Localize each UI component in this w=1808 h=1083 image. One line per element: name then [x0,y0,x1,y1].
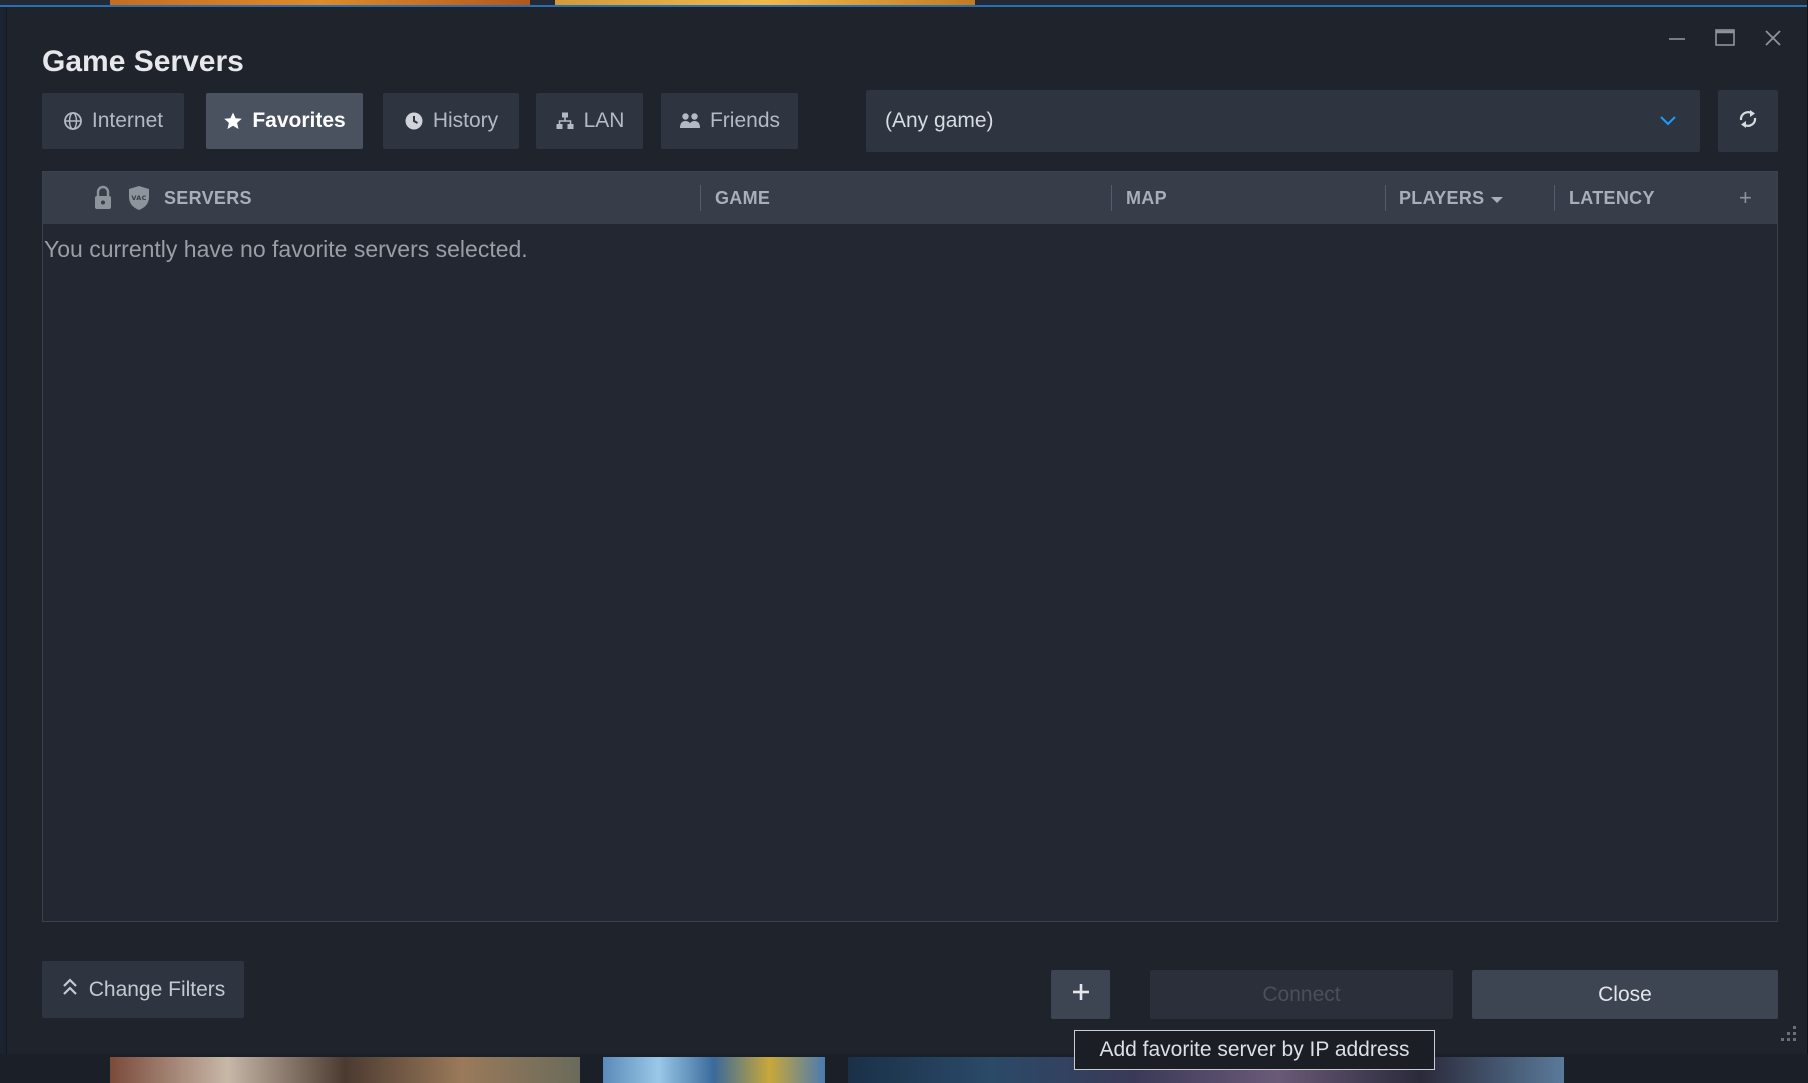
resize-grip-icon[interactable] [1777,1022,1799,1049]
close-button[interactable]: Close [1472,970,1778,1019]
lock-icon[interactable] [92,172,114,224]
window-controls [1653,21,1797,55]
server-list-table: VAC SERVERS GAME MAP PLAYERS LATENCY + Y… [42,171,1778,922]
chevrons-up-icon [61,977,79,1003]
column-latency[interactable]: LATENCY [1569,172,1655,224]
game-servers-window: Game Servers Internet Favorites History … [6,7,1807,1054]
game-filter-dropdown[interactable]: (Any game) [866,90,1700,152]
tab-label: History [432,109,499,132]
vac-shield-icon[interactable]: VAC [127,172,151,224]
tab-internet[interactable]: Internet [42,93,184,149]
maximize-icon[interactable] [1701,21,1749,55]
tab-label: LAN [583,109,625,132]
star-icon [223,111,243,131]
game-filter-value: (Any game) [885,109,994,132]
plus-icon [1071,982,1091,1007]
column-divider[interactable] [1554,185,1555,211]
column-players[interactable]: PLAYERS [1399,172,1504,224]
people-icon [679,111,701,131]
change-filters-button[interactable]: Change Filters [42,961,244,1018]
refresh-button[interactable] [1718,90,1778,152]
column-divider[interactable] [700,185,701,211]
empty-state-message: You currently have no favorite servers s… [44,236,528,262]
column-players-label: PLAYERS [1399,187,1485,208]
add-column-button[interactable]: + [1739,172,1752,224]
svg-text:VAC: VAC [131,194,146,202]
add-favorite-tooltip: Add favorite server by IP address [1074,1030,1435,1070]
table-header: VAC SERVERS GAME MAP PLAYERS LATENCY + [43,172,1777,224]
close-icon[interactable] [1749,21,1797,55]
network-icon [555,111,575,131]
page-title: Game Servers [42,45,244,78]
background-game-thumbnail [110,1057,580,1083]
column-game[interactable]: GAME [715,172,770,224]
background-top-strip [0,0,1808,7]
tab-favorites[interactable]: Favorites [206,93,363,149]
sort-desc-icon [1491,188,1504,209]
column-divider[interactable] [1111,185,1112,211]
connect-button[interactable]: Connect [1150,970,1453,1019]
tab-label: Favorites [252,109,346,132]
column-map[interactable]: MAP [1126,172,1167,224]
add-favorite-server-button[interactable] [1051,970,1110,1019]
column-servers[interactable]: SERVERS [164,172,252,224]
background-game-thumbnail [603,1057,825,1083]
column-divider[interactable] [1385,185,1386,211]
change-filters-label: Change Filters [88,977,226,1001]
background-bottom-strip [0,1054,1808,1083]
globe-icon [63,111,83,131]
tab-history[interactable]: History [383,93,519,149]
tab-lan[interactable]: LAN [536,93,643,149]
tab-friends[interactable]: Friends [661,93,798,149]
refresh-icon [1736,107,1760,136]
tab-label: Friends [709,109,781,132]
tab-label: Internet [91,109,164,132]
minimize-icon[interactable] [1653,21,1701,55]
clock-icon [404,111,424,131]
chevron-down-icon [1658,111,1678,137]
